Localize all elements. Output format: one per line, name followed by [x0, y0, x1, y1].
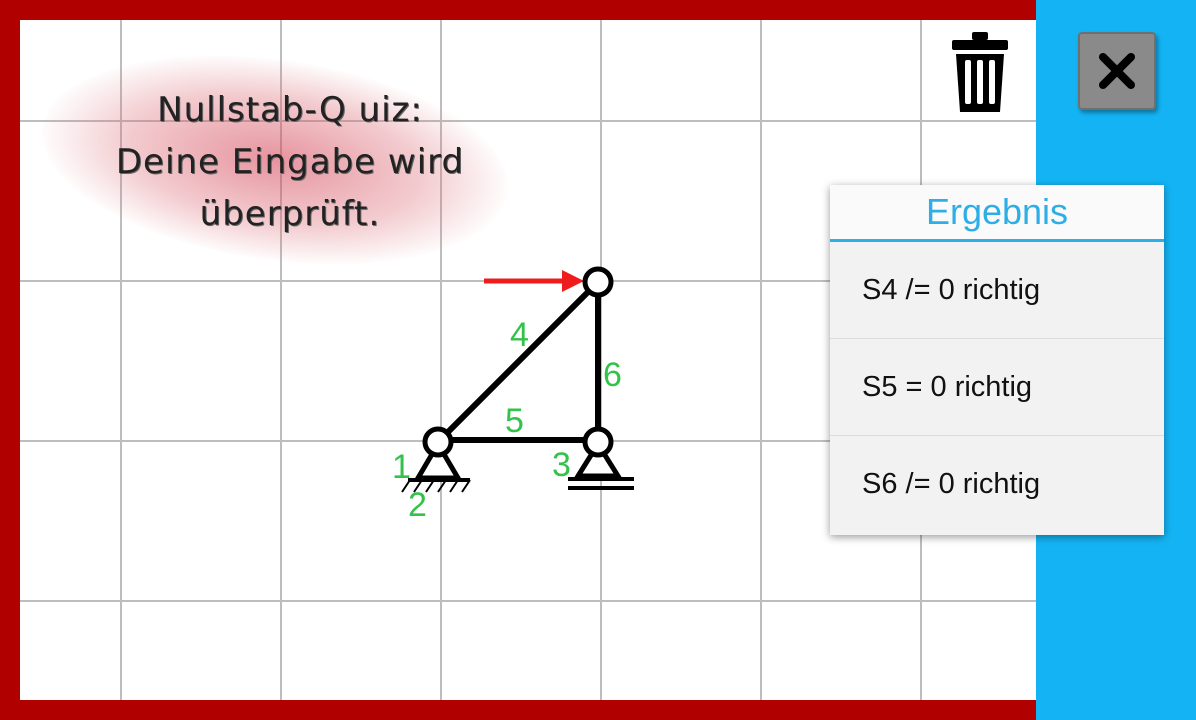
result-title: Ergebnis	[925, 191, 1069, 232]
trash-button[interactable]	[948, 30, 1012, 114]
node-top[interactable]	[582, 266, 614, 298]
result-header: Ergebnis	[830, 185, 1164, 242]
member-label-6: 6	[603, 356, 622, 394]
node-label-2: 2	[408, 486, 427, 524]
force-arrow	[484, 270, 584, 292]
member-label-4: 4	[510, 316, 529, 354]
member-label-5: 5	[505, 402, 524, 440]
result-dialog: Ergebnis S4 /= 0 richtig S5 = 0 richtig …	[830, 185, 1164, 535]
close-icon	[1099, 53, 1135, 89]
trash-icon	[952, 32, 1008, 112]
result-item-s6[interactable]: S6 /= 0 richtig	[830, 436, 1164, 533]
node-label-3: 3	[552, 446, 571, 484]
node-left[interactable]	[422, 426, 454, 458]
close-button[interactable]	[1078, 32, 1156, 110]
result-item-s4[interactable]: S4 /= 0 richtig	[830, 242, 1164, 339]
node-right[interactable]	[582, 426, 614, 458]
result-item-s5[interactable]: S5 = 0 richtig	[830, 339, 1164, 436]
node-label-1: 1	[392, 448, 411, 486]
